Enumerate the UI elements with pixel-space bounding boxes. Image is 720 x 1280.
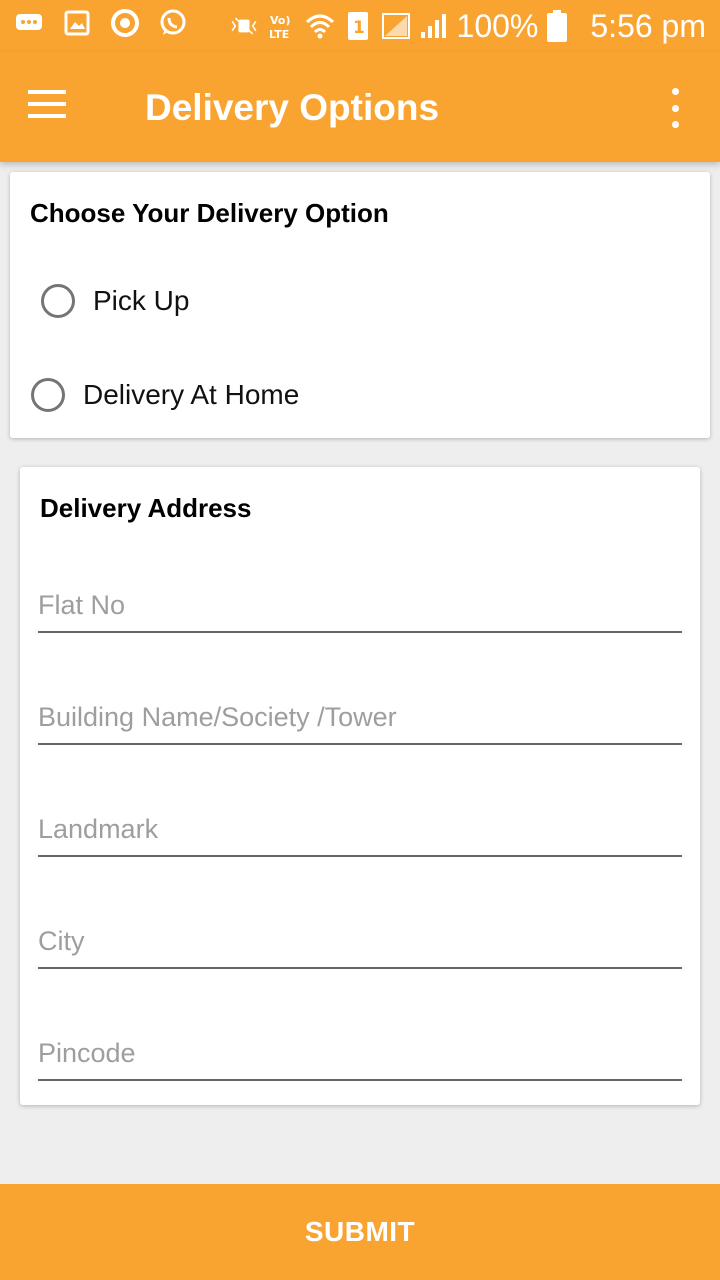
mute-icon (229, 11, 259, 41)
flat-no-field[interactable] (38, 583, 682, 633)
city-input[interactable] (38, 919, 682, 963)
signal-empty-icon (381, 11, 411, 41)
svg-text:LTE: LTE (269, 28, 289, 41)
building-name-input[interactable] (38, 695, 682, 739)
radio-label-pick-up: Pick Up (93, 285, 190, 316)
delivery-option-card: Choose Your Delivery Option Pick Up Deli… (10, 172, 710, 438)
city-field[interactable] (38, 919, 682, 969)
screen: Vo) LTE 1 100% 5:56 pm Delivery Options … (0, 0, 720, 1280)
svg-text:Vo): Vo) (270, 14, 291, 27)
notification-icons (14, 8, 188, 38)
submit-label: SUBMIT (304, 1216, 416, 1247)
signal-icon (419, 11, 449, 41)
radio-label-delivery-at-home: Delivery At Home (83, 379, 300, 410)
whatsapp-icon (158, 8, 188, 38)
system-status-icons: Vo) LTE 1 100% 5:56 pm (229, 6, 706, 46)
pincode-input[interactable] (38, 1031, 682, 1075)
overflow-menu-icon[interactable] (660, 88, 690, 128)
svg-text:1: 1 (353, 18, 365, 38)
message-icon (14, 8, 44, 38)
radio-pick-up[interactable]: Pick Up (41, 284, 189, 318)
submit-button[interactable]: SUBMIT (0, 1184, 720, 1280)
clock: 5:56 pm (590, 8, 706, 44)
volte-icon: Vo) LTE (267, 11, 297, 41)
battery-percent: 100% (456, 8, 539, 44)
delivery-option-title: Choose Your Delivery Option (30, 198, 389, 228)
page-title: Delivery Options (145, 87, 440, 128)
radio-circle-icon[interactable] (31, 378, 65, 412)
delivery-address-card: Delivery Address (20, 467, 700, 1105)
radio-delivery-at-home[interactable]: Delivery At Home (31, 378, 299, 412)
building-name-field[interactable] (38, 695, 682, 745)
flat-no-input[interactable] (38, 583, 682, 627)
wifi-icon (305, 11, 335, 41)
battery-icon (546, 10, 568, 42)
app-bar: Delivery Options (0, 52, 720, 162)
delivery-address-title: Delivery Address (40, 493, 252, 523)
status-bar: Vo) LTE 1 100% 5:56 pm (0, 0, 720, 52)
pincode-field[interactable] (38, 1031, 682, 1081)
sync-icon (110, 8, 140, 38)
landmark-input[interactable] (38, 807, 682, 851)
landmark-field[interactable] (38, 807, 682, 857)
radio-circle-icon[interactable] (41, 284, 75, 318)
sim-icon: 1 (343, 11, 373, 41)
hamburger-menu-icon[interactable] (28, 90, 68, 124)
image-icon (62, 8, 92, 38)
